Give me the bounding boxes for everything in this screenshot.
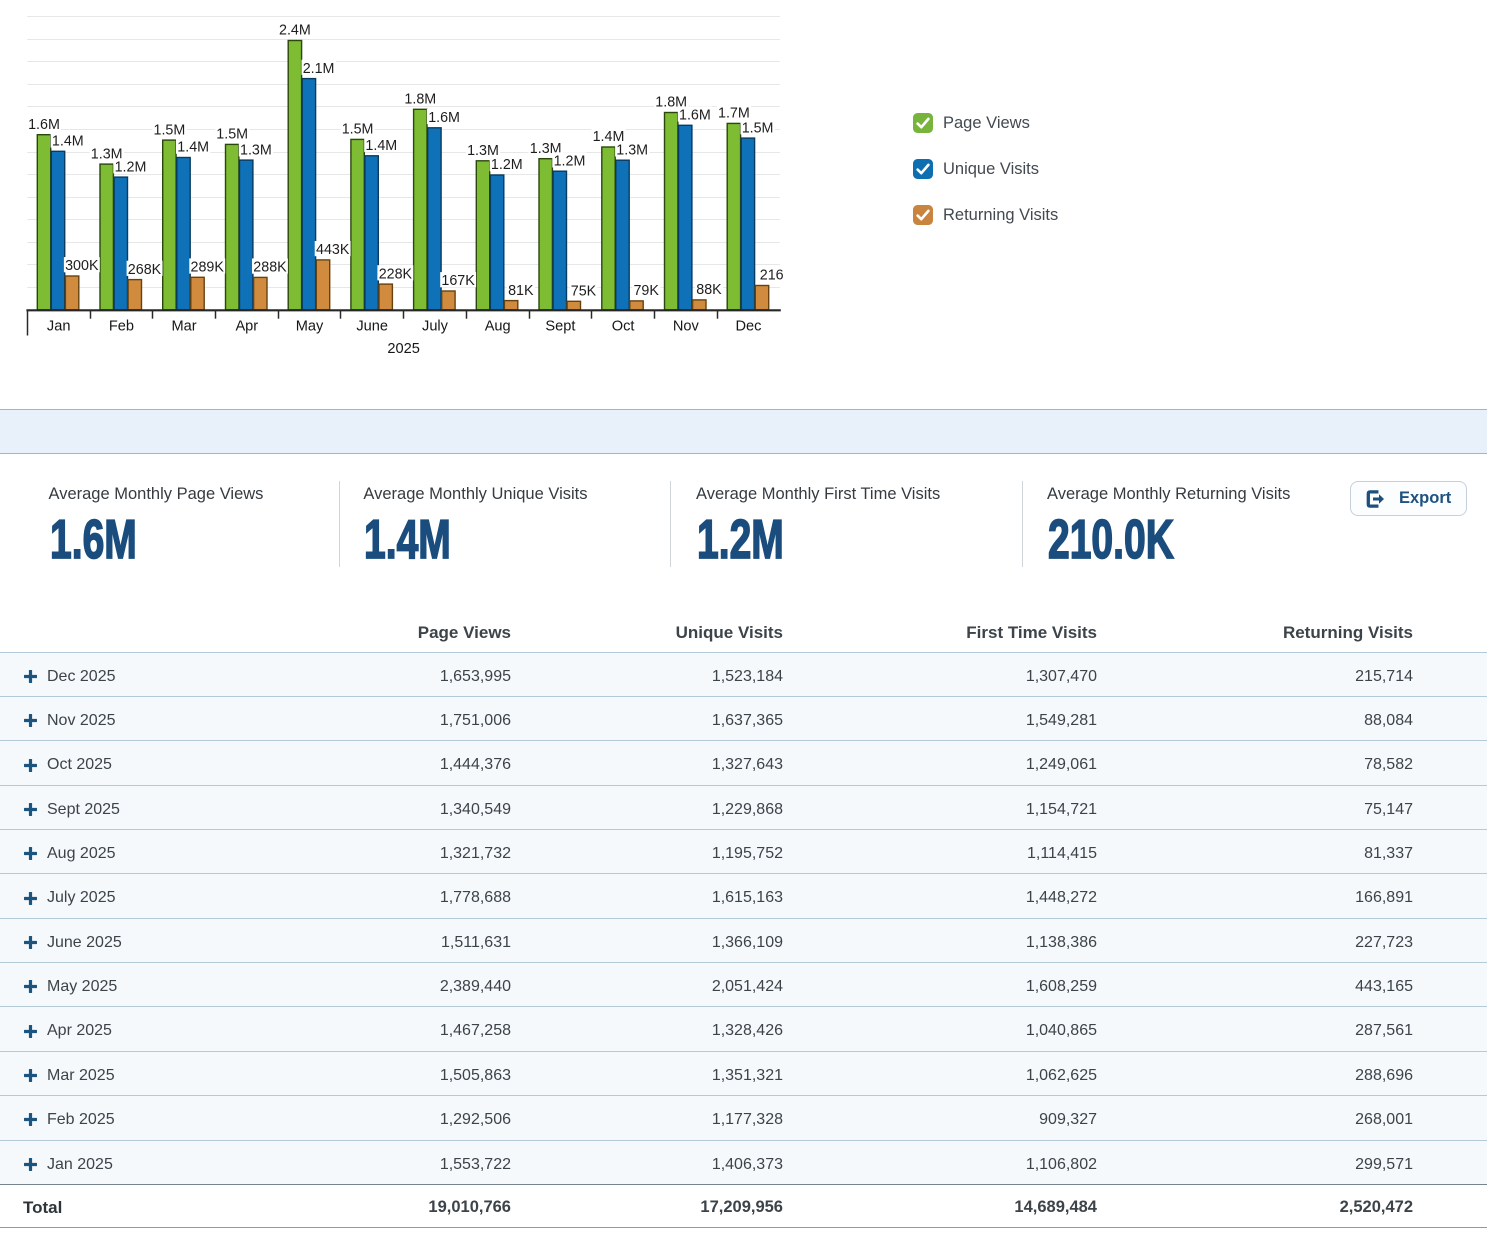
svg-text:75K: 75K (571, 284, 597, 300)
svg-text:Dec: Dec (736, 319, 762, 335)
svg-text:Jan: Jan (47, 319, 71, 335)
svg-text:Feb: Feb (109, 319, 134, 335)
svg-text:88K: 88K (696, 282, 722, 298)
svg-text:Oct: Oct (612, 319, 635, 335)
svg-text:1.5M: 1.5M (154, 122, 186, 138)
svg-text:1.6M: 1.6M (428, 110, 460, 126)
svg-text:1.6M: 1.6M (28, 117, 60, 133)
svg-text:1.5M: 1.5M (742, 120, 774, 136)
svg-text:443K: 443K (316, 242, 350, 258)
svg-text:1.2M: 1.2M (554, 153, 586, 169)
svg-text:1.4M: 1.4M (52, 134, 84, 150)
svg-text:1.3M: 1.3M (240, 142, 272, 158)
svg-text:Nov: Nov (673, 319, 700, 335)
svg-text:Apr: Apr (235, 319, 258, 335)
svg-text:1.8M: 1.8M (404, 92, 436, 108)
svg-text:Mar: Mar (172, 319, 197, 335)
svg-text:300K: 300K (65, 258, 99, 274)
svg-text:June: June (356, 319, 388, 335)
svg-text:July: July (422, 319, 449, 335)
svg-text:2025: 2025 (387, 341, 419, 357)
svg-text:1.5M: 1.5M (216, 127, 248, 143)
svg-text:1.3M: 1.3M (616, 142, 648, 158)
svg-text:May: May (296, 319, 324, 335)
svg-text:268K: 268K (128, 262, 162, 278)
svg-text:288K: 288K (253, 260, 287, 276)
svg-text:289K: 289K (191, 260, 225, 276)
svg-text:1.2M: 1.2M (115, 159, 147, 175)
svg-text:81K: 81K (508, 283, 534, 299)
svg-text:1.5M: 1.5M (342, 122, 374, 138)
svg-text:Sept: Sept (545, 319, 575, 335)
svg-text:228K: 228K (379, 266, 413, 282)
svg-text:79K: 79K (633, 283, 659, 299)
svg-text:1.2M: 1.2M (491, 157, 523, 173)
svg-text:1.4M: 1.4M (177, 140, 209, 156)
svg-text:2.1M: 2.1M (303, 61, 335, 77)
svg-text:216: 216 (760, 268, 784, 284)
svg-text:167K: 167K (441, 273, 475, 289)
svg-text:Aug: Aug (485, 319, 511, 335)
svg-text:2.4M: 2.4M (279, 23, 311, 39)
svg-text:1.4M: 1.4M (365, 138, 397, 154)
svg-text:1.6M: 1.6M (679, 108, 711, 124)
